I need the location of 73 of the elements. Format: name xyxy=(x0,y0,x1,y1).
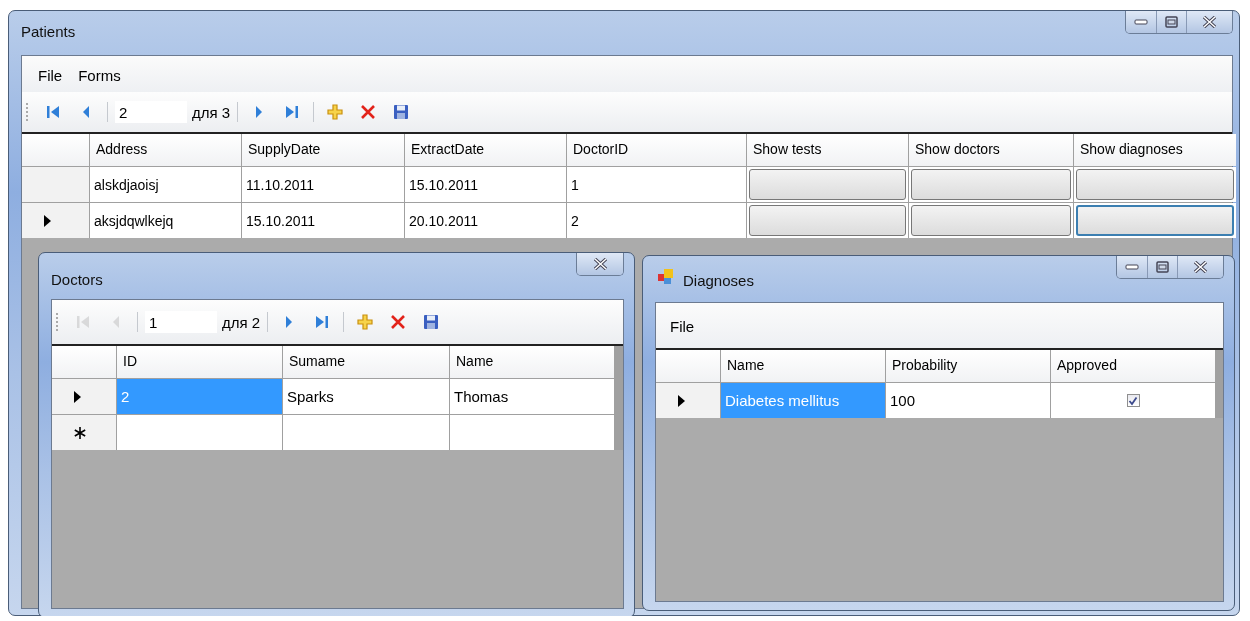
skip-back-icon xyxy=(45,104,61,120)
column-header[interactable]: Name xyxy=(721,350,885,382)
table-cell[interactable] xyxy=(283,415,449,450)
column-header[interactable]: ExtractDate xyxy=(405,134,566,166)
column-header[interactable]: Show tests xyxy=(747,134,908,166)
column-header[interactable]: Probability xyxy=(886,350,1050,382)
grid-button[interactable] xyxy=(749,205,906,236)
column-header[interactable]: SupplyDate xyxy=(242,134,404,166)
plus-icon xyxy=(327,104,344,120)
close-button[interactable] xyxy=(1177,256,1223,278)
close-icon xyxy=(1193,261,1208,273)
table-cell[interactable]: 11.10.2011 xyxy=(242,167,404,202)
close-button[interactable] xyxy=(577,253,623,275)
column-header[interactable]: Show diagnoses xyxy=(1074,134,1236,166)
minimize-button[interactable] xyxy=(1117,256,1147,278)
table-cell[interactable]: 2 xyxy=(567,203,746,238)
column-header[interactable]: ID xyxy=(117,346,282,378)
column-header[interactable]: Sumame xyxy=(283,346,449,378)
checkmark-icon xyxy=(1128,395,1138,406)
asterisk-icon xyxy=(74,426,86,439)
table-cell[interactable]: alskdjaoisj xyxy=(90,167,241,202)
maximize-icon xyxy=(1155,261,1170,273)
column-header[interactable]: Approved xyxy=(1051,350,1215,382)
menu-item[interactable]: File xyxy=(664,315,701,338)
position-field[interactable]: 2 xyxy=(115,101,187,123)
close-icon xyxy=(1202,16,1217,28)
column-header[interactable]: Show doctors xyxy=(909,134,1073,166)
maximize-button[interactable] xyxy=(1147,256,1177,278)
minimize-button[interactable] xyxy=(1126,11,1156,33)
minimize-icon xyxy=(1124,261,1140,273)
table-cell[interactable]: 1 xyxy=(567,167,746,202)
table-cell[interactable] xyxy=(450,415,614,450)
table-cell[interactable]: 15.10.2011 xyxy=(405,167,566,202)
table-cell[interactable] xyxy=(117,415,282,450)
grid-button[interactable] xyxy=(1076,169,1234,200)
grid-button[interactable] xyxy=(911,169,1071,200)
grid-button[interactable] xyxy=(1076,205,1234,236)
column-header[interactable]: Address xyxy=(90,134,241,166)
table-cell[interactable]: 15.10.2011 xyxy=(242,203,404,238)
skip-back-icon xyxy=(75,314,91,330)
column-header[interactable]: DoctorID xyxy=(567,134,746,166)
menu-item[interactable]: Forms xyxy=(72,64,127,87)
minimize-icon xyxy=(1133,16,1149,28)
table-cell[interactable]: Sparks xyxy=(283,379,449,414)
maximize-icon xyxy=(1164,16,1179,28)
skip-forward-icon xyxy=(284,104,301,120)
menu-item[interactable]: File xyxy=(32,64,69,87)
plus-icon xyxy=(357,314,374,330)
header-cell xyxy=(22,134,89,166)
maximize-button[interactable] xyxy=(1156,11,1186,33)
grid-button[interactable] xyxy=(911,205,1071,236)
table-cell[interactable] xyxy=(1051,383,1215,418)
skip-forward-icon xyxy=(314,314,331,330)
column-header[interactable]: Name xyxy=(450,346,614,378)
delete-icon xyxy=(390,314,407,330)
window-title: Patients xyxy=(21,23,76,40)
table-cell[interactable]: 20.10.2011 xyxy=(405,203,566,238)
checkbox[interactable] xyxy=(1126,394,1140,407)
table-cell[interactable]: aksjdqwlkejq xyxy=(90,203,241,238)
position-field[interactable]: 1 xyxy=(145,311,217,333)
close-icon xyxy=(592,258,608,270)
grid-button[interactable] xyxy=(749,169,906,200)
close-button[interactable] xyxy=(1186,11,1232,33)
record-count: для 3 xyxy=(192,103,231,121)
header-cell xyxy=(52,346,116,378)
row-header[interactable] xyxy=(52,415,116,450)
delete-icon xyxy=(360,104,377,120)
record-count: для 2 xyxy=(222,313,261,331)
window-title: Doctors xyxy=(51,271,103,288)
table-cell[interactable]: 100 xyxy=(886,383,1050,418)
table-cell[interactable]: Thomas xyxy=(450,379,614,414)
window-title: Diagnoses xyxy=(683,272,754,289)
header-cell xyxy=(656,350,720,382)
